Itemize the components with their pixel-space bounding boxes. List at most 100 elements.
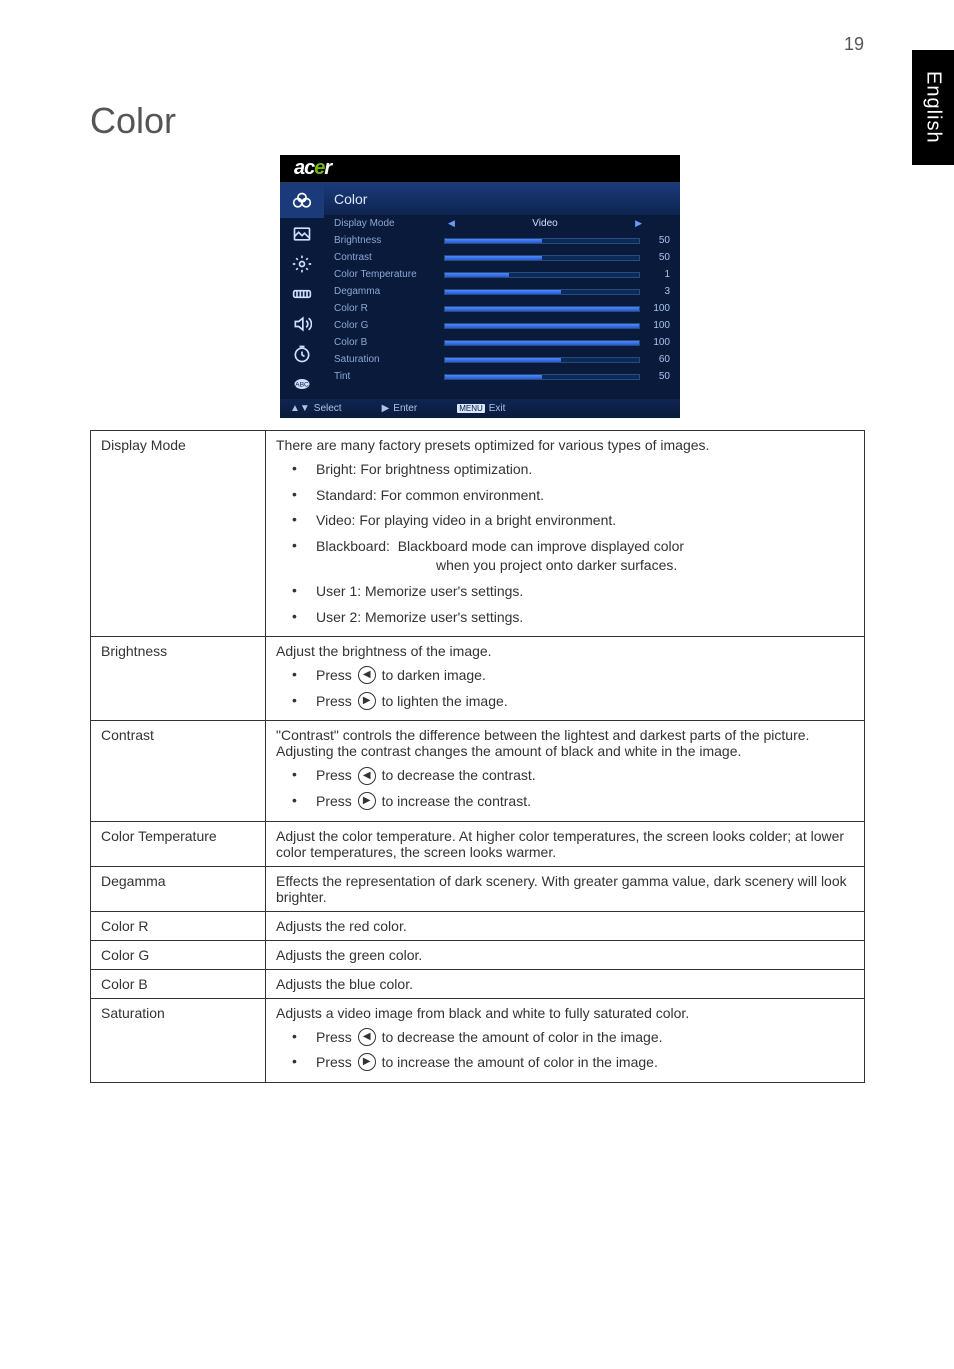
image-tab-icon[interactable] [280, 219, 324, 249]
osd-value: 60 [646, 354, 670, 365]
osd-row[interactable]: Display Mode◀Video▶ [324, 215, 680, 232]
color-temp-key: Color Temperature [91, 821, 266, 866]
osd-slider[interactable] [444, 306, 640, 312]
osd-value: 100 [646, 303, 670, 314]
osd-row-label: Degamma [334, 286, 444, 297]
display-mode-bullets: Bright: For brightness optimization. Sta… [276, 457, 854, 630]
osd-footer-enter: ▶ Enter [382, 403, 418, 414]
list-item: Bright: For brightness optimization. [276, 457, 854, 483]
degamma-key: Degamma [91, 866, 266, 911]
saturation-intro: Adjusts a video image from black and whi… [276, 1005, 854, 1021]
osd-slider[interactable] [444, 374, 640, 380]
color-b-desc: Adjusts the blue color. [266, 969, 865, 998]
display-mode-key: Display Mode [91, 431, 266, 637]
saturation-desc: Adjusts a video image from black and whi… [266, 998, 865, 1082]
osd-slider[interactable] [444, 357, 640, 363]
osd-logo: acer [280, 155, 680, 183]
color-r-key: Color R [91, 911, 266, 940]
osd-slider[interactable] [444, 340, 640, 346]
right-arrow-icon: ▶ [358, 1053, 376, 1071]
list-item: Press ◀ to darken image. [276, 663, 854, 689]
language-tab-icon[interactable]: ABC [280, 369, 324, 399]
osd-row[interactable]: Tint 50 [324, 368, 680, 385]
list-item: Press ◀ to decrease the amount of color … [276, 1025, 854, 1051]
list-item: User 2: Memorize user's settings. [276, 605, 854, 631]
list-item: Video: For playing video in a bright env… [276, 508, 854, 534]
left-arrow-icon: ◀ [358, 1028, 376, 1046]
osd-value: 100 [646, 337, 670, 348]
setting-tab-icon[interactable] [280, 279, 324, 309]
list-item: Blackboard: Blackboard mode can improve … [276, 534, 854, 579]
contrast-desc: "Contrast" controls the difference betwe… [266, 721, 865, 821]
right-arrow-icon: ▶ [358, 692, 376, 710]
osd-slider[interactable] [444, 255, 640, 261]
osd-slider[interactable] [444, 323, 640, 329]
color-g-key: Color G [91, 940, 266, 969]
osd-value: 50 [646, 235, 670, 246]
saturation-key: Saturation [91, 998, 266, 1082]
list-item: Press ▶ to lighten the image. [276, 689, 854, 715]
left-arrow-icon: ◀ [358, 666, 376, 684]
osd-value: 50 [646, 371, 670, 382]
color-b-key: Color B [91, 969, 266, 998]
osd-slider[interactable] [444, 289, 640, 295]
osd-row-label: Color Temperature [334, 269, 444, 280]
page-title: Color [90, 100, 176, 142]
display-mode-intro: There are many factory presets optimized… [276, 437, 854, 453]
osd-panel: acer ABC Color [280, 155, 680, 418]
osd-row-label: Color R [334, 303, 444, 314]
osd-nav-icons: ABC [280, 183, 324, 399]
color-g-desc: Adjusts the green color. [266, 940, 865, 969]
list-item: Press ▶ to increase the amount of color … [276, 1050, 854, 1076]
osd-row-label: Tint [334, 371, 444, 382]
osd-row-label: Color B [334, 337, 444, 348]
table-row: Color R Adjusts the red color. [91, 911, 865, 940]
table-row: Contrast "Contrast" controls the differe… [91, 721, 865, 821]
table-row: Color Temperature Adjust the color tempe… [91, 821, 865, 866]
audio-tab-icon[interactable] [280, 309, 324, 339]
osd-row[interactable]: Saturation 60 [324, 351, 680, 368]
management-tab-icon[interactable] [280, 249, 324, 279]
degamma-desc: Effects the representation of dark scene… [266, 866, 865, 911]
osd-row-label: Saturation [334, 354, 444, 365]
brightness-intro: Adjust the brightness of the image. [276, 643, 854, 659]
osd-slider[interactable] [444, 238, 640, 244]
timer-tab-icon[interactable] [280, 339, 324, 369]
table-row: Color G Adjusts the green color. [91, 940, 865, 969]
language-tab: English [912, 50, 954, 165]
osd-slider[interactable] [444, 272, 640, 278]
table-row: Color B Adjusts the blue color. [91, 969, 865, 998]
osd-row-label: Contrast [334, 252, 444, 263]
svg-text:ABC: ABC [295, 381, 309, 388]
page-number: 19 [844, 34, 864, 55]
table-row: Display Mode There are many factory pres… [91, 431, 865, 637]
right-arrow-icon: ▶ [358, 792, 376, 810]
list-item: Press ▶ to increase the contrast. [276, 789, 854, 815]
settings-table: Display Mode There are many factory pres… [90, 430, 865, 1083]
osd-mode-value[interactable]: ◀Video▶ [444, 218, 646, 229]
brightness-desc: Adjust the brightness of the image. Pres… [266, 637, 865, 721]
osd-value: 1 [646, 269, 670, 280]
osd-row[interactable]: Color R 100 [324, 300, 680, 317]
list-item: Press ◀ to decrease the contrast. [276, 763, 854, 789]
osd-row[interactable]: Color G100 [324, 317, 680, 334]
color-r-desc: Adjusts the red color. [266, 911, 865, 940]
osd-row[interactable]: Contrast 50 [324, 249, 680, 266]
osd-row[interactable]: Color Temperature 1 [324, 266, 680, 283]
osd-row[interactable]: Color B 100 [324, 334, 680, 351]
color-temp-desc: Adjust the color temperature. At higher … [266, 821, 865, 866]
osd-heading: Color [324, 183, 680, 215]
contrast-key: Contrast [91, 721, 266, 821]
osd-body: ABC Color Display Mode◀Video▶Brightness5… [280, 183, 680, 399]
osd-row[interactable]: Brightness50 [324, 232, 680, 249]
color-tab-icon[interactable] [280, 183, 324, 219]
list-item: Standard: For common environment. [276, 483, 854, 509]
brightness-key: Brightness [91, 637, 266, 721]
osd-row[interactable]: Degamma3 [324, 283, 680, 300]
display-mode-desc: There are many factory presets optimized… [266, 431, 865, 637]
osd-row-label: Color G [334, 320, 444, 331]
contrast-intro: "Contrast" controls the difference betwe… [276, 727, 854, 759]
osd-main: Color Display Mode◀Video▶Brightness50Con… [324, 183, 680, 399]
left-arrow-icon: ◀ [358, 767, 376, 785]
osd-value: 50 [646, 252, 670, 263]
